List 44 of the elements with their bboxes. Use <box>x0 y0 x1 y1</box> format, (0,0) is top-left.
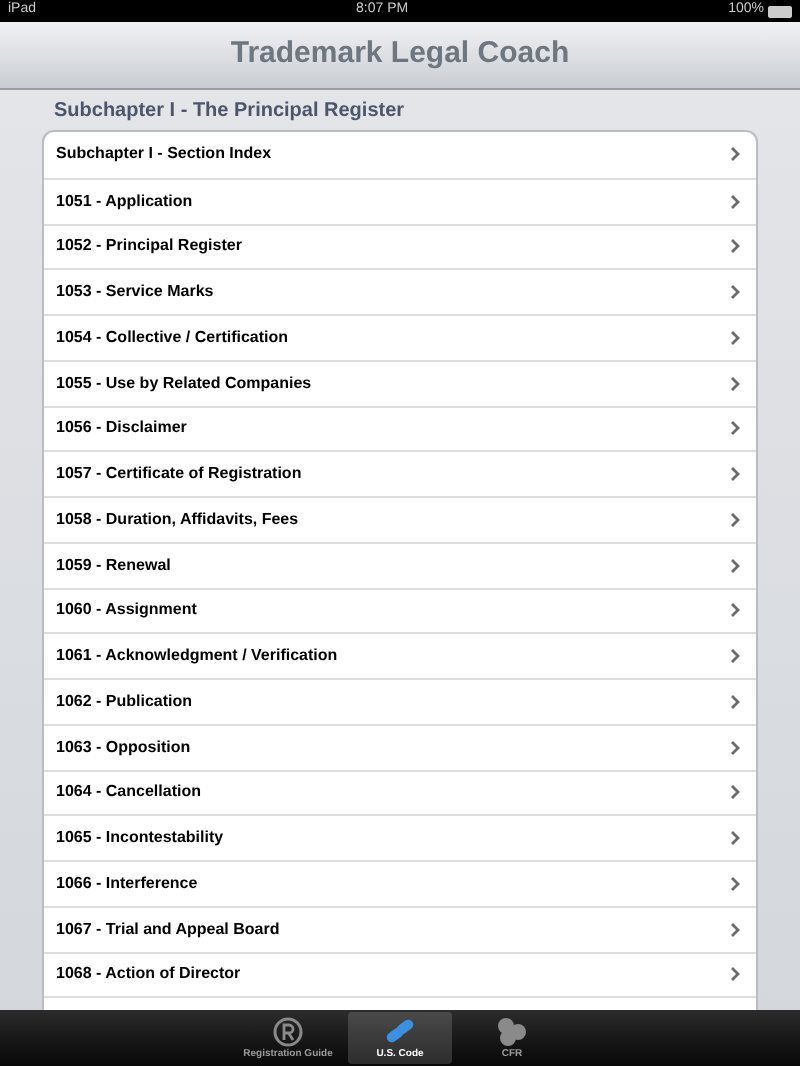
list-row[interactable]: 1059 - Renewal <box>44 541 756 587</box>
chevron-icon <box>730 238 740 255</box>
list-row[interactable]: 1054 - Collective / Certification <box>44 314 756 360</box>
chevron-icon <box>730 784 740 801</box>
chevron-icon <box>730 921 740 938</box>
list-row[interactable]: 1066 - Interference <box>44 860 756 906</box>
chevron-icon <box>730 875 740 892</box>
chevron-icon <box>730 830 740 847</box>
navigation-title: Trademark Legal Coach <box>230 34 570 75</box>
chevron-icon <box>730 284 740 301</box>
chevron-icon <box>730 466 740 483</box>
list-row[interactable]: 1065 - Incontestability <box>44 814 756 860</box>
chevron-icon <box>730 329 740 346</box>
list-row[interactable]: 1052 - Principal Register <box>44 223 756 269</box>
list-row[interactable]: 1063 - Opposition <box>44 723 756 769</box>
chevron-icon <box>730 966 740 983</box>
chevron-icon <box>730 602 740 619</box>
section-header: Subchapter I - The Principal Register <box>52 98 407 126</box>
list-row[interactable]: 1061 - Acknowledgment / Verification <box>44 632 756 678</box>
chevron-icon <box>730 146 740 163</box>
chevron-icon <box>730 648 740 665</box>
list-row[interactable]: 1062 - Publication <box>44 678 756 724</box>
chevron-icon <box>730 557 740 574</box>
registered-icon <box>272 1015 304 1047</box>
list-row[interactable]: 1057 - Certificate of Registration <box>44 450 756 496</box>
list-row[interactable]: 1060 - Assignment <box>44 587 756 633</box>
chevron-icon <box>730 375 740 392</box>
list-row[interactable]: 1067 - Trial and Appeal Board <box>44 905 756 951</box>
list-row[interactable]: Subchapter I - Section Index <box>44 132 756 178</box>
list-row[interactable]: 1055 - Use by Related Companies <box>44 359 756 405</box>
chevron-icon <box>730 511 740 528</box>
list-row[interactable]: 1064 - Cancellation <box>44 769 756 815</box>
list-row[interactable]: 1056 - Disclaimer <box>44 405 756 451</box>
blob-icon <box>496 1015 528 1047</box>
chevron-icon <box>730 693 740 710</box>
battery-icon <box>768 5 792 17</box>
chevron-icon <box>730 193 740 210</box>
list-row[interactable]: 1068 - Action of Director <box>44 951 756 997</box>
list-row[interactable]: 1058 - Duration, Affidavits, Fees <box>44 496 756 542</box>
list-row[interactable]: 1051 - Application <box>44 177 756 223</box>
chevron-icon <box>730 739 740 756</box>
capsules-icon <box>384 1015 416 1047</box>
list-row[interactable]: 1053 - Service Marks <box>44 268 756 314</box>
chevron-icon <box>730 420 740 437</box>
